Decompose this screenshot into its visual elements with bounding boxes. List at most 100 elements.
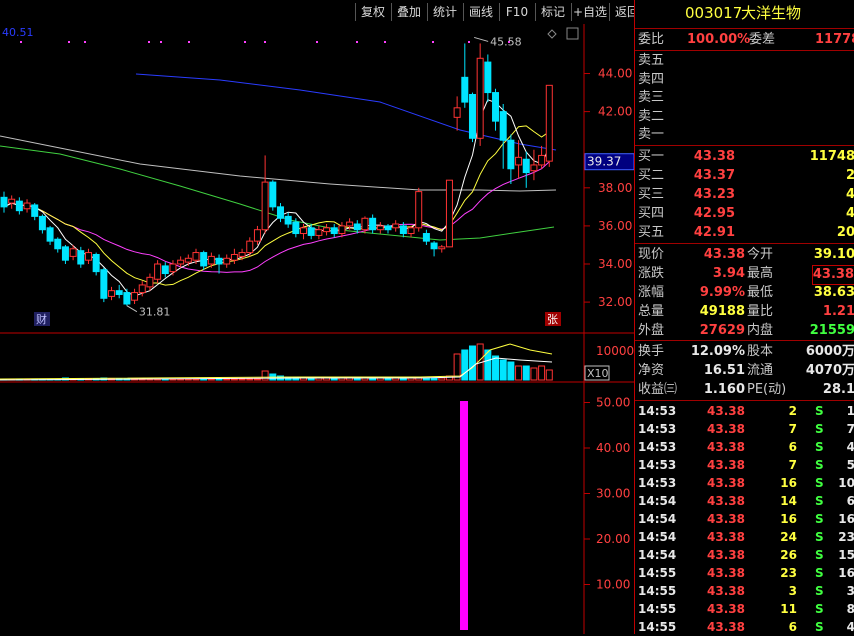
stock-name: 大洋生物 <box>741 4 802 22</box>
toolbar-button-1[interactable]: 叠加 <box>391 3 426 21</box>
tick-row[interactable]: 14:54 43.38 26 S 15 <box>635 546 854 564</box>
buy-row: 买四 42.95 4 <box>635 205 854 223</box>
volume-bar <box>545 369 553 381</box>
buy-level-label: 买二 <box>638 168 665 183</box>
stat-label: 今开 <box>747 247 774 262</box>
candle-down <box>123 292 131 305</box>
tick-row[interactable]: 14:55 43.38 11 S 8 <box>635 600 854 618</box>
volume-bar <box>207 378 215 381</box>
volume-unit: X10 <box>587 367 609 380</box>
volume-bar <box>515 365 523 381</box>
stock-code: 003017 <box>685 4 743 22</box>
fund-label: PE(动) <box>747 382 787 397</box>
stock-title: 003017 大洋生物 <box>635 4 854 26</box>
tick-volume: 7 <box>788 458 797 472</box>
tick-row[interactable]: 14:54 43.38 16 S 16 <box>635 510 854 528</box>
tick-count: 15 <box>838 548 854 562</box>
tick-row[interactable]: 14:55 43.38 3 S 3 <box>635 582 854 600</box>
divider <box>635 400 854 401</box>
tick-side: S <box>815 476 824 490</box>
event-marker-dot <box>188 41 190 43</box>
tick-side: S <box>815 512 824 526</box>
low-marker-line <box>126 305 138 313</box>
toolbar-button-6[interactable]: +自选 <box>571 3 608 21</box>
tick-price: 43.38 <box>707 404 745 418</box>
volume-bar <box>215 378 223 381</box>
candle-down <box>461 76 469 103</box>
stat-label: 外盘 <box>638 323 665 338</box>
volume-bar <box>468 345 476 381</box>
toolbar-button-4[interactable]: F10 <box>499 3 534 21</box>
candle-down <box>31 204 39 217</box>
tick-volume: 14 <box>780 494 797 508</box>
tick-count: 5 <box>846 458 854 472</box>
price-axis-label: 32.00 <box>598 295 632 309</box>
buy-level-label: 买五 <box>638 225 665 240</box>
divider <box>635 243 854 244</box>
tick-volume: 23 <box>780 566 797 580</box>
toolbar-button-0[interactable]: 复权 <box>355 3 390 21</box>
toolbar-button-5[interactable]: 标记 <box>535 3 570 21</box>
ma120-line <box>0 135 557 192</box>
stat-value: 43.38 <box>811 265 854 285</box>
tick-count: 6 <box>846 494 854 508</box>
stat-value: 3.94 <box>712 266 745 281</box>
stat-value: 21559 <box>809 323 854 338</box>
tick-side: S <box>815 404 824 418</box>
candle-up <box>230 253 238 261</box>
candle-down <box>77 250 85 265</box>
volume-bar <box>492 355 500 381</box>
tick-volume: 2 <box>788 404 797 418</box>
tick-row[interactable]: 14:53 43.38 7 S 7 <box>635 420 854 438</box>
buy-row: 买五 42.91 20 <box>635 224 854 242</box>
candle-down <box>430 242 438 250</box>
candle-up <box>223 257 231 265</box>
tick-side: S <box>815 440 824 454</box>
tick-row[interactable]: 14:55 43.38 6 S 4 <box>635 618 854 636</box>
indicator-axis-label: 40.00 <box>596 441 630 455</box>
tick-count: 7 <box>846 422 854 436</box>
candle-down <box>499 111 507 141</box>
tick-count: 16 <box>838 512 854 526</box>
candle-up <box>238 252 246 257</box>
divider <box>635 28 854 29</box>
toolbar-button-3[interactable]: 画线 <box>463 3 498 21</box>
buy-level-label: 买四 <box>638 206 665 221</box>
candle-down <box>422 233 430 242</box>
tick-row[interactable]: 14:54 43.38 14 S 6 <box>635 492 854 510</box>
tick-time: 14:54 <box>638 548 677 562</box>
candle-up <box>146 276 154 288</box>
tick-row[interactable]: 14:53 43.38 7 S 5 <box>635 456 854 474</box>
chart-toolbar: 复权 叠加 统计 画线 F10 标记 +自选 返回 <box>0 0 639 24</box>
weibi-value: 100.00% <box>687 32 751 47</box>
candle-down <box>54 238 62 250</box>
tick-price: 43.38 <box>707 602 745 616</box>
kline-chart[interactable]: 40.51 44.00 42.00 38.00 36.00 34.00 32.00 39.37… <box>0 24 634 634</box>
toolbar-button-2[interactable]: 统计 <box>427 3 462 21</box>
tick-row[interactable]: 14:53 43.38 16 S 10 <box>635 474 854 492</box>
tick-volume: 6 <box>788 440 797 454</box>
tick-row[interactable]: 14:53 43.38 2 S 1 <box>635 402 854 420</box>
buy-volume: 11748 <box>809 149 854 164</box>
stat-label: 最高 <box>747 266 774 281</box>
tick-row[interactable]: 14:53 43.38 6 S 4 <box>635 438 854 456</box>
event-marker-dot <box>244 41 246 43</box>
stat-row: 涨幅 9.99% 最低 38.63 <box>635 284 854 302</box>
candle-down <box>330 227 338 235</box>
tick-price: 43.38 <box>707 548 745 562</box>
price-axis-label: 34.00 <box>598 257 632 271</box>
volume-bar <box>253 378 261 381</box>
fund-label: 收益㈢ <box>638 382 678 397</box>
candle-down <box>200 252 208 267</box>
tick-row[interactable]: 14:55 43.38 23 S 16 <box>635 564 854 582</box>
candle-down <box>507 139 515 170</box>
fund-value: 1.160 <box>703 382 745 397</box>
tick-row[interactable]: 14:54 43.38 24 S 23 <box>635 528 854 546</box>
candle-up <box>69 248 77 257</box>
candle-up <box>538 154 546 166</box>
event-marker-dot <box>384 41 386 43</box>
fund-label: 股本 <box>747 344 774 359</box>
tick-side: S <box>815 530 824 544</box>
tick-side: S <box>815 548 824 562</box>
candle-down <box>38 215 46 231</box>
